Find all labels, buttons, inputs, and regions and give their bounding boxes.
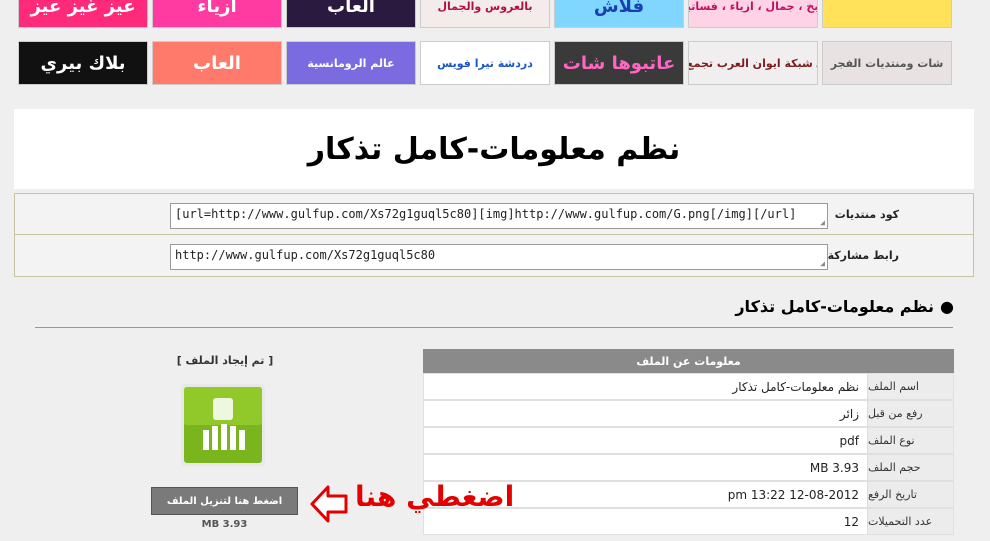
ad-banner-text: انضم لـ شبكة ايوان العرب تجمع العرب — [688, 56, 817, 70]
ad-banner-3[interactable]: عالم الرومانسية — [286, 41, 416, 85]
share-link-field[interactable]: http://www.gulfup.com/Xs72g1guql5c80 ◢ — [170, 244, 828, 270]
click-here-annotation: اضغطي هنا — [355, 480, 515, 513]
ad-banner-text: دردشة تيرا فويس — [437, 56, 533, 70]
file-info-row: اسم الملف نظم معلومات-كامل تذكار — [423, 373, 954, 400]
resize-handle-icon[interactable]: ◢ — [820, 218, 825, 227]
ad-banner-text: بلاك بيري — [40, 52, 126, 74]
share-link-value: http://www.gulfup.com/Xs72g1guql5c80 — [175, 248, 436, 262]
bullet-icon: ● — [940, 297, 954, 316]
ad-banner-text: عالم الرومانسية — [307, 56, 395, 70]
top-banner-text: فلاش — [593, 0, 645, 17]
file-info-value: 12 — [843, 514, 859, 529]
file-info-key: عدد التحميلات — [867, 509, 953, 534]
ad-banner-2[interactable]: العاب — [152, 41, 282, 85]
top-banner-text: أزياء — [197, 0, 237, 17]
top-banner-text: بالعروس والجمال — [437, 0, 533, 13]
top-banner-3[interactable]: العاب — [286, 0, 416, 28]
file-info-key: اسم الملف — [867, 374, 953, 399]
file-info-row: نوع الملف pdf — [423, 427, 954, 454]
banner-row-ads: بلاك بيري العاب عالم الرومانسية دردشة تيرا … — [18, 41, 952, 85]
section-heading: ● نظم معلومات-كامل تذكار — [735, 297, 954, 316]
file-info-row: رفع من قبل زائر — [423, 400, 954, 427]
ad-banner-7[interactable]: شات ومنتديات الفجر — [822, 41, 952, 85]
file-found-status: [ تم إيجاد الملف ] — [176, 354, 274, 367]
file-info-header: معلومات عن الملف — [423, 349, 954, 373]
file-info-value: MB 3.93 — [809, 460, 859, 475]
forum-code-row: [url=http://www.gulfup.com/Xs72g1guql5c8… — [15, 194, 973, 235]
top-banner-text: العاب — [327, 0, 375, 17]
ad-banner-4[interactable]: دردشة تيرا فويس — [420, 41, 550, 85]
download-file-size: MB 3.93 — [201, 519, 248, 530]
share-link-label: رابط مشاركة — [827, 249, 899, 262]
top-banner-4[interactable]: بالعروس والجمال — [420, 0, 550, 28]
forum-code-label: كود منتديات — [834, 208, 899, 221]
ad-banner-text: العاب — [193, 52, 241, 74]
top-banner-text: عيز غيز عيز — [30, 0, 136, 17]
code-table: [url=http://www.gulfup.com/Xs72g1guql5c8… — [14, 193, 974, 277]
ad-banner-text: شات ومنتديات الفجر — [830, 56, 944, 70]
share-link-row: http://www.gulfup.com/Xs72g1guql5c80 ◢ ر… — [15, 235, 973, 276]
file-info-key: رفع من قبل — [867, 401, 953, 426]
resize-handle-icon[interactable]: ◢ — [820, 259, 825, 268]
file-info-value: زائر — [839, 406, 859, 421]
ad-banner-5[interactable]: عاتبوها شات — [554, 41, 684, 85]
file-info-row: حجم الملف MB 3.93 — [423, 454, 954, 481]
top-banner-2[interactable]: أزياء — [152, 0, 282, 28]
top-banner-6[interactable]: طبخ ، جمال ، ازياء ، فساتين — [688, 0, 818, 28]
file-info-value: pdf — [839, 433, 859, 448]
file-info-key: نوع الملف — [867, 428, 953, 453]
file-info-value: نظم معلومات-كامل تذكار — [732, 379, 859, 394]
top-banner-7[interactable] — [822, 0, 952, 28]
ad-banner-1[interactable]: بلاك بيري — [18, 41, 148, 85]
forum-code-field[interactable]: [url=http://www.gulfup.com/Xs72g1guql5c8… — [170, 203, 828, 229]
top-banner-text: طبخ ، جمال ، ازياء ، فساتين — [689, 0, 818, 13]
top-banner-1[interactable]: عيز غيز عيز — [18, 0, 148, 28]
ad-banner-6[interactable]: انضم لـ شبكة ايوان العرب تجمع العرب — [688, 41, 818, 85]
banner-row-top: عيز غيز عيز أزياء العاب بالعروس والجمال فلاش… — [18, 0, 952, 28]
file-info-value: pm 13:22 12-08-2012 — [727, 487, 859, 502]
title-box: نظم معلومات-كامل تذكار — [14, 109, 974, 189]
section-heading-text: نظم معلومات-كامل تذكار — [735, 297, 935, 316]
left-arrow-icon — [310, 485, 348, 523]
forum-code-value: [url=http://www.gulfup.com/Xs72g1guql5c8… — [175, 207, 797, 221]
ad-banner-text: عاتبوها شات — [562, 52, 676, 74]
download-file-button[interactable]: اضغط هنا لتنزيل الملف — [151, 487, 298, 515]
section-divider — [35, 327, 953, 328]
file-info-key: حجم الملف — [867, 455, 953, 480]
page-title: نظم معلومات-كامل تذكار — [307, 131, 681, 167]
android-file-icon — [181, 384, 265, 466]
top-banner-5[interactable]: فلاش — [554, 0, 684, 28]
file-info-key: تاريخ الرفع — [867, 482, 953, 507]
